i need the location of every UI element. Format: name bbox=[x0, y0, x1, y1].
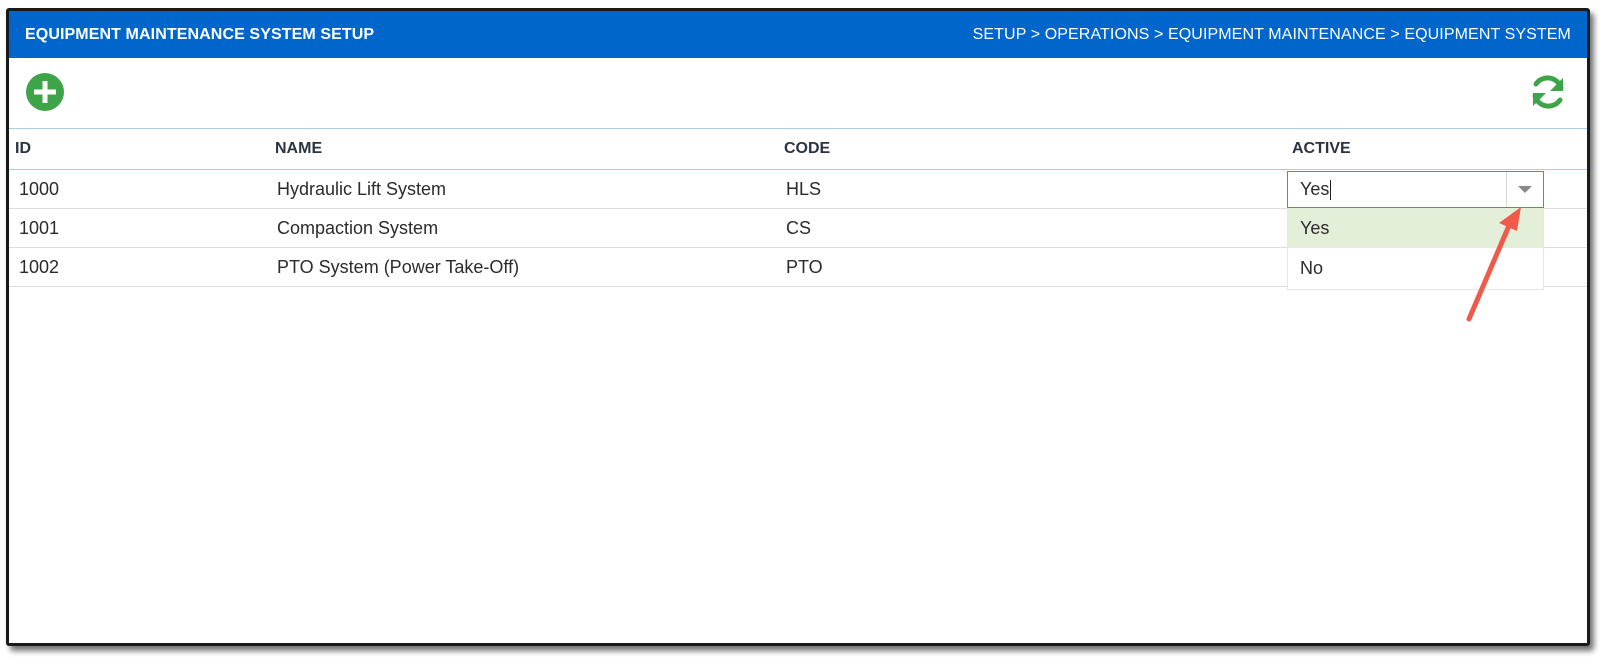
page-header: EQUIPMENT MAINTENANCE SYSTEM SETUP SETUP… bbox=[9, 11, 1587, 58]
cell-id[interactable]: 1002 bbox=[19, 248, 59, 286]
cell-code[interactable]: CS bbox=[786, 209, 811, 247]
toolbar bbox=[9, 58, 1587, 129]
column-header-id[interactable]: ID bbox=[15, 129, 31, 169]
cell-id[interactable]: 1001 bbox=[19, 209, 59, 247]
page-title: EQUIPMENT MAINTENANCE SYSTEM SETUP bbox=[25, 25, 375, 43]
column-header-code[interactable]: CODE bbox=[784, 129, 830, 169]
refresh-button[interactable] bbox=[1527, 71, 1569, 113]
app-window: EQUIPMENT MAINTENANCE SYSTEM SETUP SETUP… bbox=[6, 8, 1590, 646]
active-select-value: Yes bbox=[1288, 178, 1332, 201]
column-header-active[interactable]: ACTIVE bbox=[1292, 129, 1351, 169]
refresh-icon bbox=[1532, 75, 1564, 109]
column-header-name[interactable]: NAME bbox=[275, 129, 322, 169]
cell-id[interactable]: 1000 bbox=[19, 170, 59, 208]
cell-name[interactable]: PTO System (Power Take-Off) bbox=[277, 248, 519, 286]
active-select-value-text: Yes bbox=[1300, 178, 1330, 199]
chevron-down-icon bbox=[1518, 186, 1532, 193]
cell-name[interactable]: Hydraulic Lift System bbox=[277, 170, 446, 208]
text-cursor bbox=[1330, 180, 1332, 201]
grid-header: ID NAME CODE ACTIVE bbox=[9, 129, 1587, 170]
breadcrumb: SETUP > OPERATIONS > EQUIPMENT MAINTENAN… bbox=[972, 25, 1571, 43]
cell-name[interactable]: Compaction System bbox=[277, 209, 438, 247]
add-button[interactable] bbox=[25, 72, 65, 112]
cell-code[interactable]: HLS bbox=[786, 170, 821, 208]
cell-code[interactable]: PTO bbox=[786, 248, 823, 286]
annotation-arrow-icon bbox=[1466, 207, 1521, 322]
add-circle-icon bbox=[26, 73, 64, 111]
